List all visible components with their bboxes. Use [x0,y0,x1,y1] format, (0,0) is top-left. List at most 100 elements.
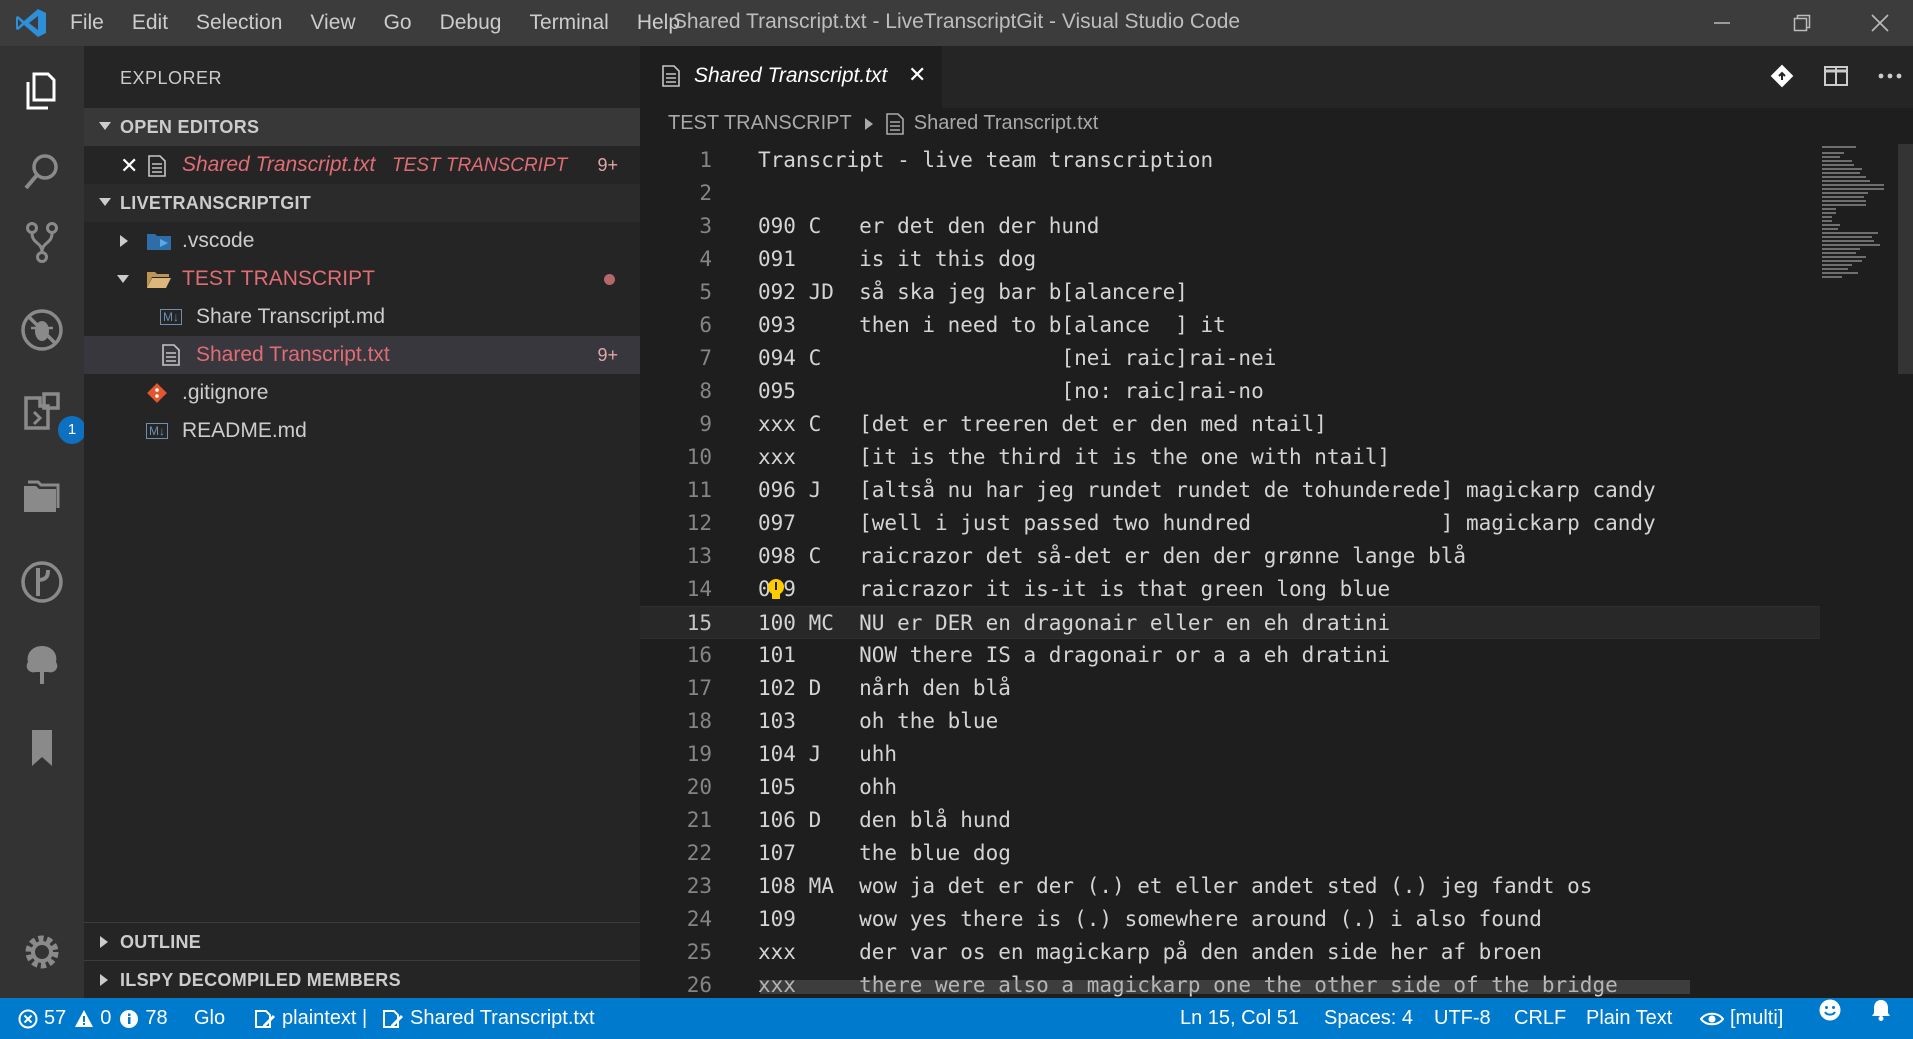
line-text[interactable]: 103 oh the blue [758,705,998,738]
line-text[interactable]: xxx der var os en magickarp på den anden… [758,936,1542,969]
more-actions-button[interactable] [1876,62,1906,92]
line-text[interactable]: 092 JD så ska jeg bar b[alancere] [758,276,1188,309]
line-number: 6 [699,313,712,337]
line-number: 8 [699,379,712,403]
menu-file[interactable]: File [56,0,118,46]
status-glo[interactable]: Glo [194,998,225,1039]
activity-bookmarks[interactable] [14,720,70,776]
folder-open-icon [147,272,171,288]
feedback-button[interactable] [1818,998,1842,1022]
markdown-icon: M↓ [146,423,168,439]
breadcrumb-file[interactable]: Shared Transcript.txt [914,112,1099,135]
tree-item-share-transcript-md[interactable]: M↓ Share Transcript.md [84,298,640,336]
line-text[interactable]: 096 J [altså nu har jeg rundet rundet de… [758,474,1656,507]
line-text[interactable]: 0 9 raicrazor it is-it is that green lon… [758,573,1390,606]
line-text[interactable]: 104 J uhh [758,738,897,771]
menu-view[interactable]: View [296,0,369,46]
outline-header[interactable]: OUTLINE [84,922,640,961]
code-line: 13 098 C raicrazor det så-det er den der … [640,540,1820,573]
open-editor-item[interactable]: ✕ Shared Transcript.txt TEST TRANSCRIPT … [84,146,640,184]
line-text[interactable]: 091 is it this dog [758,243,1036,276]
editor-tab[interactable]: Shared Transcript.txt ✕ [640,46,942,108]
activity-tree[interactable] [14,638,70,694]
menu-terminal[interactable]: Terminal [515,0,622,46]
tree-item-vscode[interactable]: .vscode [84,222,640,260]
status-language[interactable]: Plain Text [1586,998,1672,1039]
line-text[interactable]: 097 [well i just passed two hundred ] ma… [758,507,1656,540]
line-text[interactable]: 105 ohh [758,771,897,804]
tree-item-shared-transcript-txt[interactable]: Shared Transcript.txt 9+ [84,336,640,374]
split-editor-button[interactable] [1822,62,1852,92]
status-plaintext[interactable]: plaintext | [254,998,367,1039]
line-text[interactable]: xxx C [det er treeren det er den med nta… [758,408,1327,441]
open-editor-problem-count: 9+ [597,155,618,175]
activity-debug[interactable] [14,302,70,358]
ilspy-header[interactable]: ILSPY DECOMPILED MEMBERS [84,960,640,999]
code-editor[interactable]: 1 Transcript - live team transcription 2 … [640,144,1820,998]
line-text[interactable]: 100 MC NU er DER en dragonair eller en e… [758,607,1390,640]
line-text[interactable]: 102 D nårh den blå [758,672,1011,705]
line-text[interactable]: 107 the blue dog [758,837,1011,870]
activity-settings[interactable] [14,924,70,980]
line-text[interactable]: 101 NOW there IS a dragonair or a a eh d… [758,639,1390,672]
activity-source-control[interactable] [14,214,70,270]
line-number: 5 [699,280,712,304]
bell-icon [1872,1000,1890,1021]
activity-git-lens[interactable] [14,554,70,610]
status-cursor-position[interactable]: Ln 15, Col 51 [1180,998,1299,1039]
tree-item-test-transcript[interactable]: TEST TRANSCRIPT [84,260,640,298]
code-line: 10 xxx [it is the third it is the one wit… [640,441,1820,474]
status-live-share[interactable]: [multi] [1700,998,1783,1039]
status-file[interactable]: Shared Transcript.txt [382,998,595,1039]
chevron-right-icon [120,235,128,247]
line-text[interactable]: 098 C raicrazor det så-det er den der gr… [758,540,1466,573]
tab-close-icon[interactable]: ✕ [908,62,926,88]
restore-button[interactable] [1770,0,1834,46]
vertical-scrollbar[interactable] [1898,144,1913,374]
menu-selection[interactable]: Selection [182,0,296,46]
status-eol[interactable]: CRLF [1514,998,1566,1039]
open-editors-header[interactable]: OPEN EDITORS [84,108,640,146]
status-encoding[interactable]: UTF-8 [1434,998,1491,1039]
code-line: 14 0 9 raicrazor it is-it is that green l… [640,573,1820,606]
code-line: 17 102 D nårh den blå [640,672,1820,705]
line-text[interactable]: 094 C [nei raic]rai-nei [758,342,1276,375]
lightbulb-icon[interactable] [766,578,786,602]
problems-indicator[interactable]: 57 0 78 [18,998,168,1039]
line-text[interactable]: 109 wow yes there is (.) somewhere aroun… [758,903,1542,936]
markdown-icon: M↓ [160,309,182,325]
menu-help[interactable]: Help [623,0,694,46]
line-number: 16 [686,643,712,667]
minimap[interactable] [1820,144,1898,294]
close-window-button[interactable] [1848,0,1912,46]
line-number: 10 [686,445,712,469]
close-editor-icon[interactable]: ✕ [120,153,138,179]
menu-debug[interactable]: Debug [426,0,516,46]
line-text[interactable]: Transcript - live team transcription [758,144,1213,177]
notifications-button[interactable] [1870,998,1892,1022]
line-text[interactable]: xxx [it is the third it is the one with … [758,441,1390,474]
bookmark-icon [32,730,52,766]
line-text[interactable]: 095 [no: raic]rai-no [758,375,1264,408]
activity-folders[interactable] [14,470,70,526]
line-number: 20 [686,775,712,799]
open-changes-button[interactable] [1768,62,1798,92]
line-text[interactable]: 093 then i need to b[alance ] it [758,309,1226,342]
status-indentation[interactable]: Spaces: 4 [1324,998,1413,1039]
tree-item-readme-md[interactable]: M↓ README.md [84,412,640,450]
activity-search[interactable] [14,144,70,200]
activity-extensions[interactable]: 1 [14,384,88,446]
line-text[interactable]: 090 C er det den der hund [758,210,1099,243]
minimize-button[interactable] [1690,0,1754,46]
workspace-header[interactable]: LIVETRANSCRIPTGIT [84,184,640,222]
horizontal-scrollbar[interactable] [760,980,1690,994]
line-number: 18 [686,709,712,733]
menu-go[interactable]: Go [370,0,426,46]
breadcrumb-folder[interactable]: TEST TRANSCRIPT [668,112,852,135]
menu-edit[interactable]: Edit [118,0,182,46]
tree-item-label: TEST TRANSCRIPT [182,267,375,290]
activity-explorer[interactable] [14,62,70,118]
tree-item-gitignore[interactable]: .gitignore [84,374,640,412]
line-text[interactable]: 106 D den blå hund [758,804,1011,837]
line-text[interactable]: 108 MA wow ja det er der (.) et eller an… [758,870,1592,903]
